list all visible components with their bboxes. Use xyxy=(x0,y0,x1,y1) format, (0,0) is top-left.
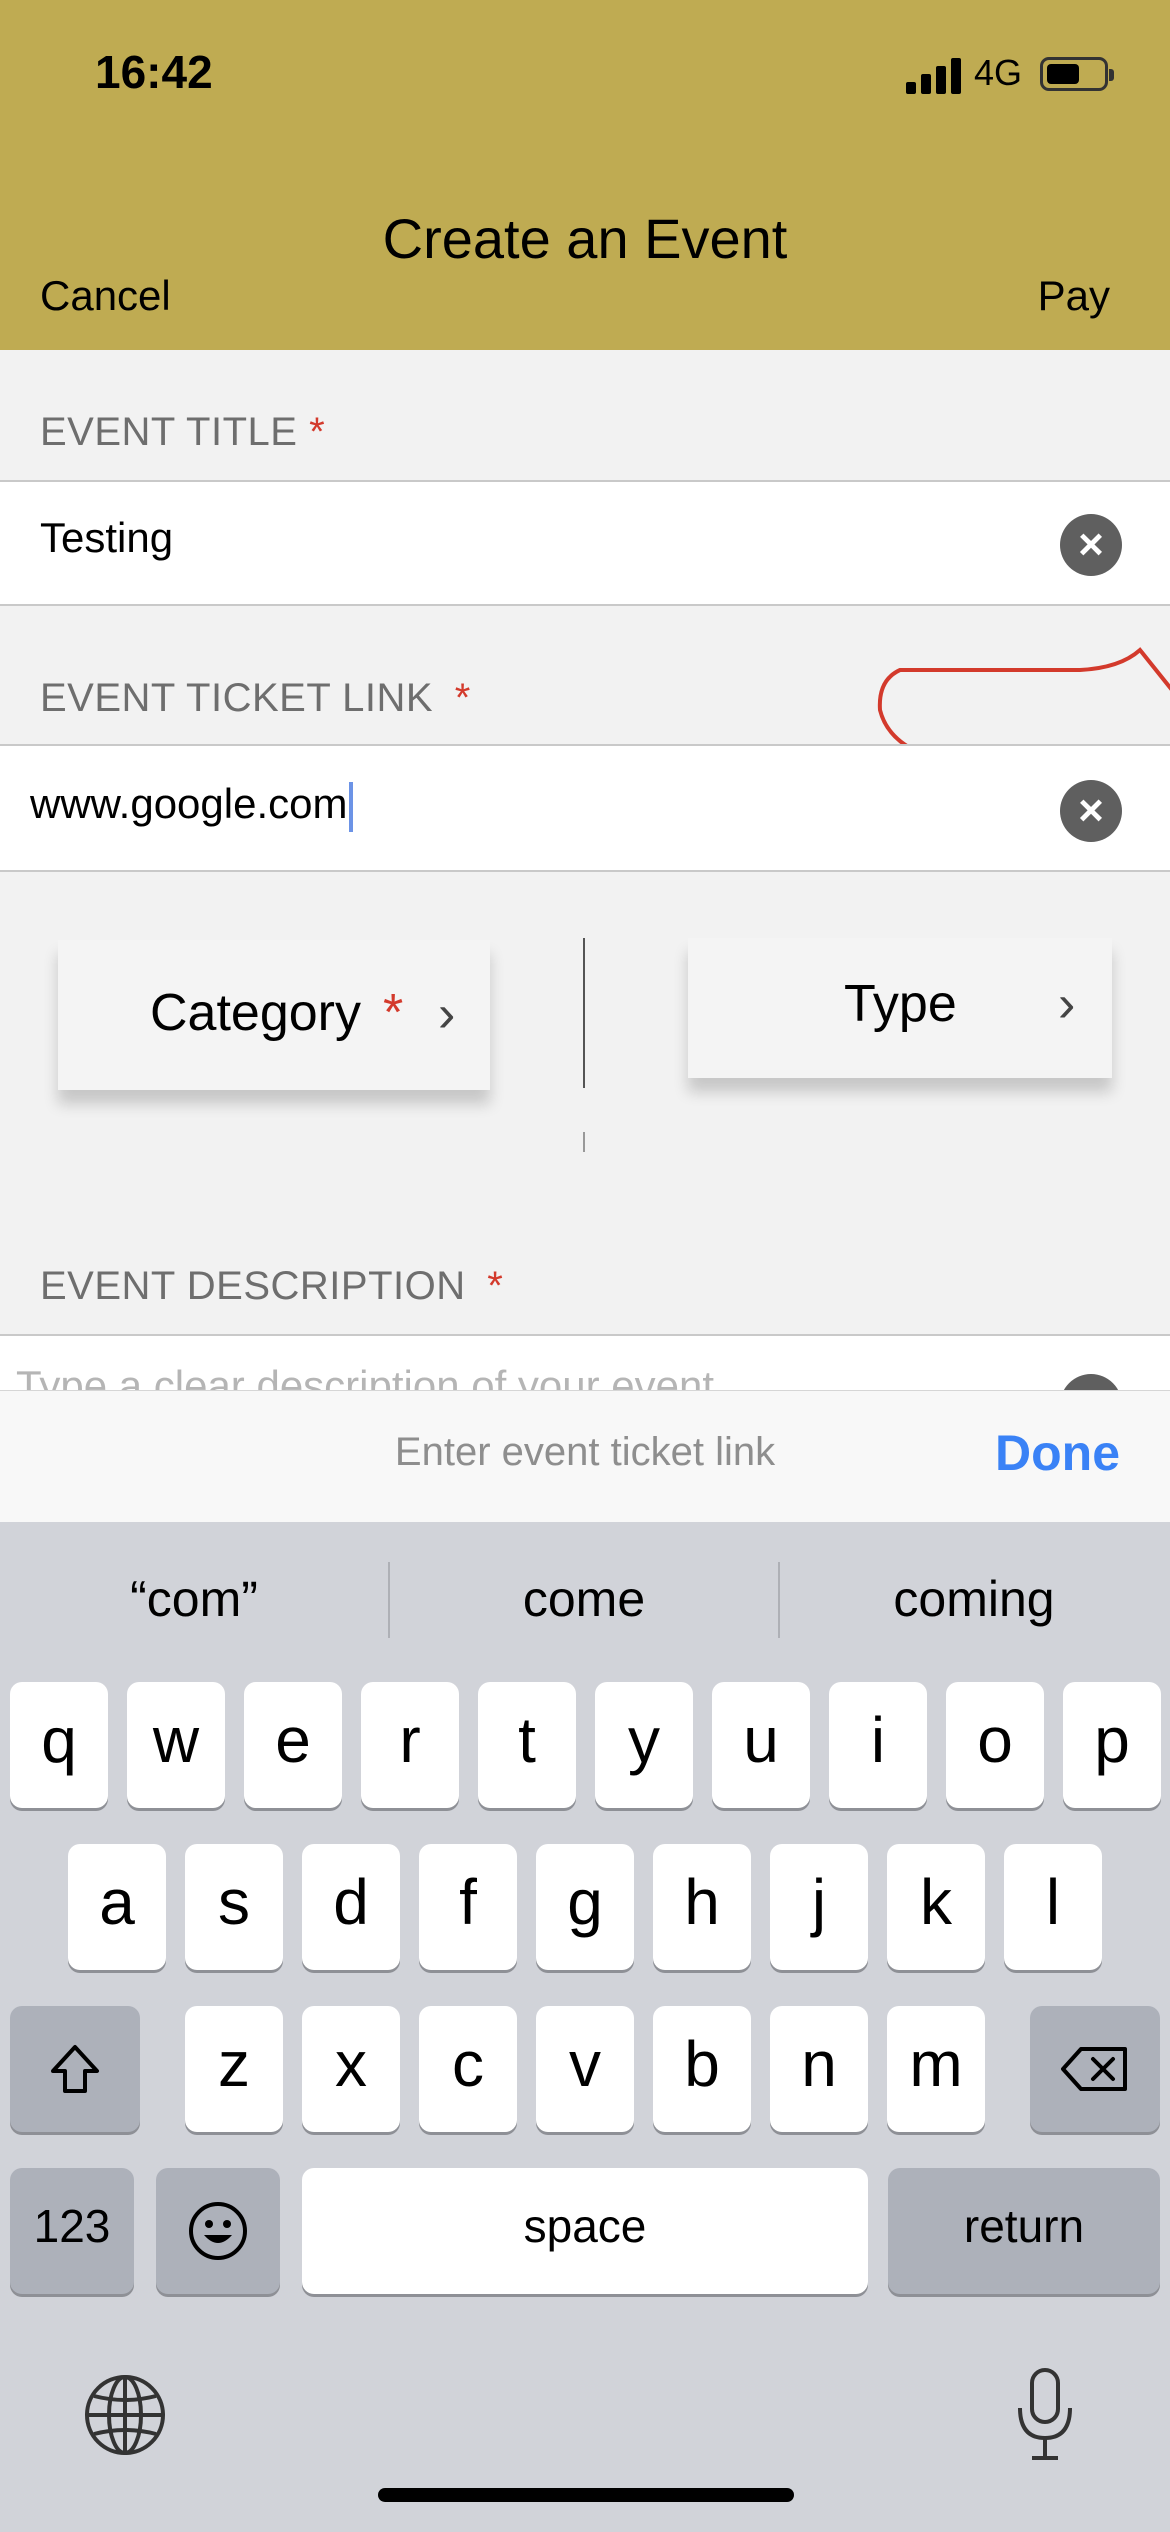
event-title-label: EVENT TITLE * xyxy=(40,410,326,454)
chevron-right-icon: › xyxy=(1058,975,1076,1033)
event-description-label: EVENT DESCRIPTION * xyxy=(40,1264,504,1308)
event-title-field[interactable]: Testing × xyxy=(0,480,1170,606)
key-r[interactable]: r xyxy=(361,1682,459,1808)
delete-key[interactable] xyxy=(1030,2006,1160,2132)
key-u[interactable]: u xyxy=(712,1682,810,1808)
text-cursor xyxy=(349,781,354,832)
suggestion-1[interactable]: “com” xyxy=(0,1570,388,1628)
key-z[interactable]: z xyxy=(185,2006,283,2132)
key-i[interactable]: i xyxy=(829,1682,927,1808)
divider-tick xyxy=(583,1132,585,1152)
chevron-right-icon: › xyxy=(438,985,456,1043)
key-t[interactable]: t xyxy=(478,1682,576,1808)
event-ticket-link-field[interactable]: www.google.com × xyxy=(0,744,1170,872)
clear-title-icon[interactable]: × xyxy=(1060,514,1122,576)
key-v[interactable]: v xyxy=(536,2006,634,2132)
clear-link-icon[interactable]: × xyxy=(1060,780,1122,842)
pay-button[interactable]: Pay xyxy=(1038,272,1110,320)
key-d[interactable]: d xyxy=(302,1844,400,1970)
key-w[interactable]: w xyxy=(127,1682,225,1808)
space-key[interactable]: space xyxy=(302,2168,868,2294)
status-time: 16:42 xyxy=(95,46,213,98)
home-indicator xyxy=(378,2488,794,2502)
key-c[interactable]: c xyxy=(419,2006,517,2132)
picker-divider xyxy=(583,938,585,1088)
key-y[interactable]: y xyxy=(595,1682,693,1808)
category-label: Category xyxy=(150,984,361,1042)
key-m[interactable]: m xyxy=(887,2006,985,2132)
battery-icon xyxy=(1040,57,1114,91)
emoji-icon xyxy=(189,2202,247,2261)
network-type: 4G xyxy=(974,52,1023,93)
key-p[interactable]: p xyxy=(1063,1682,1161,1808)
shift-key[interactable] xyxy=(10,2006,140,2132)
type-label: Type xyxy=(844,975,957,1033)
key-e[interactable]: e xyxy=(244,1682,342,1808)
key-s[interactable]: s xyxy=(185,1844,283,1970)
return-key[interactable]: return xyxy=(888,2168,1160,2294)
key-f[interactable]: f xyxy=(419,1844,517,1970)
cancel-button[interactable]: Cancel xyxy=(40,272,171,320)
key-j[interactable]: j xyxy=(770,1844,868,1970)
category-picker[interactable]: Category * › xyxy=(58,940,490,1090)
key-q[interactable]: q xyxy=(10,1682,108,1808)
page-title: Create an Event xyxy=(382,207,788,270)
signal-icon xyxy=(906,58,962,94)
key-b[interactable]: b xyxy=(653,2006,751,2132)
key-n[interactable]: n xyxy=(770,2006,868,2132)
emoji-key[interactable] xyxy=(156,2168,280,2294)
event-ticket-link-value: www.google.com xyxy=(30,780,348,827)
key-k[interactable]: k xyxy=(887,1844,985,1970)
backspace-icon xyxy=(1061,2047,1127,2092)
done-button[interactable]: Done xyxy=(995,1424,1120,1482)
key-h[interactable]: h xyxy=(653,1844,751,1970)
key-g[interactable]: g xyxy=(536,1844,634,1970)
key-o[interactable]: o xyxy=(946,1682,1044,1808)
suggestion-2[interactable]: come xyxy=(390,1570,778,1628)
key-x[interactable]: x xyxy=(302,2006,400,2132)
globe-icon[interactable] xyxy=(80,2370,170,2460)
key-a[interactable]: a xyxy=(68,1844,166,1970)
numbers-key[interactable]: 123 xyxy=(10,2168,134,2294)
type-picker[interactable]: Type › xyxy=(688,938,1112,1078)
key-l[interactable]: l xyxy=(1004,1844,1102,1970)
event-title-value: Testing xyxy=(40,514,174,561)
microphone-icon[interactable] xyxy=(1010,2364,1080,2464)
shift-icon xyxy=(51,2045,99,2094)
suggestion-3[interactable]: coming xyxy=(780,1570,1168,1628)
event-ticket-link-label: EVENT TICKET LINK * xyxy=(40,676,471,720)
